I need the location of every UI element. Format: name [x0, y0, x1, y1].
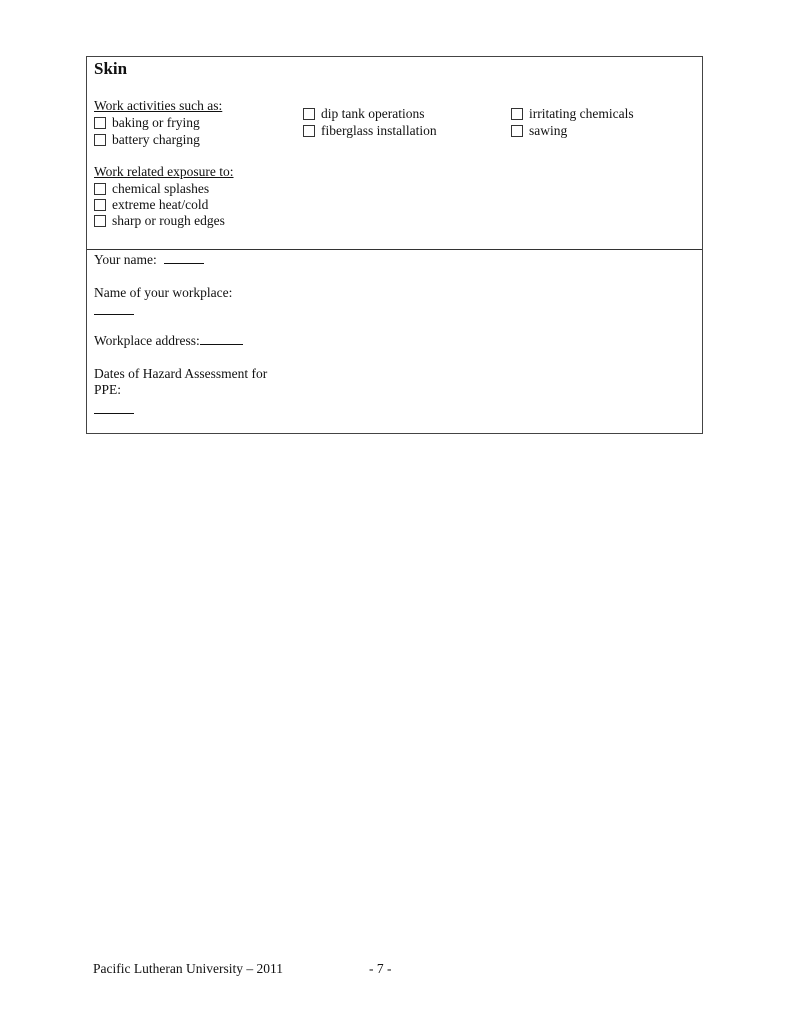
checkbox-label: chemical splashes	[112, 181, 210, 196]
checkbox-label: dip tank operations	[321, 106, 425, 121]
checkbox-label: battery charging	[112, 132, 200, 147]
checkbox-label: sharp or rough edges	[112, 213, 225, 228]
hazard-dates-label-line2: PPE:	[94, 382, 122, 397]
checkbox-item-extreme-heat-cold[interactable]: extreme heat/cold	[94, 197, 208, 213]
checkbox[interactable]	[94, 199, 106, 211]
footer-page-number: - 7 -	[369, 961, 392, 976]
checkbox-item-chemical-splashes[interactable]: chemical splashes	[94, 181, 209, 197]
workplace-name-field[interactable]	[94, 314, 134, 315]
checkbox-item-sharp-or-rough-edges[interactable]: sharp or rough edges	[94, 213, 225, 229]
your-name-row: Your name:	[94, 252, 205, 268]
skin-assessment-form: Skin Work activities such as: baking or …	[86, 56, 703, 434]
checkbox[interactable]	[94, 134, 106, 146]
hazard-dates-field[interactable]	[94, 413, 134, 414]
exposure-heading: Work related exposure to:	[94, 164, 234, 179]
checkbox-item-sawing[interactable]: sawing	[511, 123, 567, 139]
checkbox-item-battery-charging[interactable]: battery charging	[94, 132, 200, 148]
checkbox[interactable]	[511, 125, 523, 137]
workplace-address-field[interactable]	[199, 343, 243, 345]
respondent-info-section: Your name: Name of your workplace: Workp…	[87, 250, 702, 435]
checkbox-label: irritating chemicals	[529, 106, 634, 121]
checkbox[interactable]	[303, 108, 315, 120]
checkbox-item-baking-or-frying[interactable]: baking or frying	[94, 115, 200, 131]
checkbox-item-irritating-chemicals[interactable]: irritating chemicals	[511, 106, 634, 122]
checkbox[interactable]	[94, 183, 106, 195]
workplace-address-row: Workplace address:	[94, 333, 243, 349]
checkbox-label: extreme heat/cold	[112, 197, 209, 212]
checkbox[interactable]	[94, 215, 106, 227]
checkbox-label: baking or frying	[112, 115, 200, 130]
checkbox-item-dip-tank-operations[interactable]: dip tank operations	[303, 106, 424, 122]
footer-organization: Pacific Lutheran University – 2011	[93, 961, 283, 976]
workplace-name-label: Name of your workplace:	[94, 285, 233, 300]
hazard-dates-label-line1: Dates of Hazard Assessment for	[94, 366, 268, 381]
section-title: Skin	[94, 59, 128, 78]
checkbox-label: fiberglass installation	[321, 123, 437, 138]
checkbox-item-fiberglass-installation[interactable]: fiberglass installation	[303, 123, 437, 139]
hazard-dates-label: Dates of Hazard Assessment for PPE:	[94, 366, 267, 398]
checkbox[interactable]	[303, 125, 315, 137]
checkbox[interactable]	[511, 108, 523, 120]
checkbox-label: sawing	[529, 123, 568, 138]
skin-section: Skin Work activities such as: baking or …	[87, 57, 702, 250]
work-activities-heading: Work activities such as:	[94, 98, 223, 113]
your-name-field[interactable]	[164, 262, 205, 264]
workplace-address-label: Workplace address:	[94, 333, 200, 348]
checkbox[interactable]	[94, 117, 106, 129]
your-name-label: Your name:	[94, 252, 157, 267]
